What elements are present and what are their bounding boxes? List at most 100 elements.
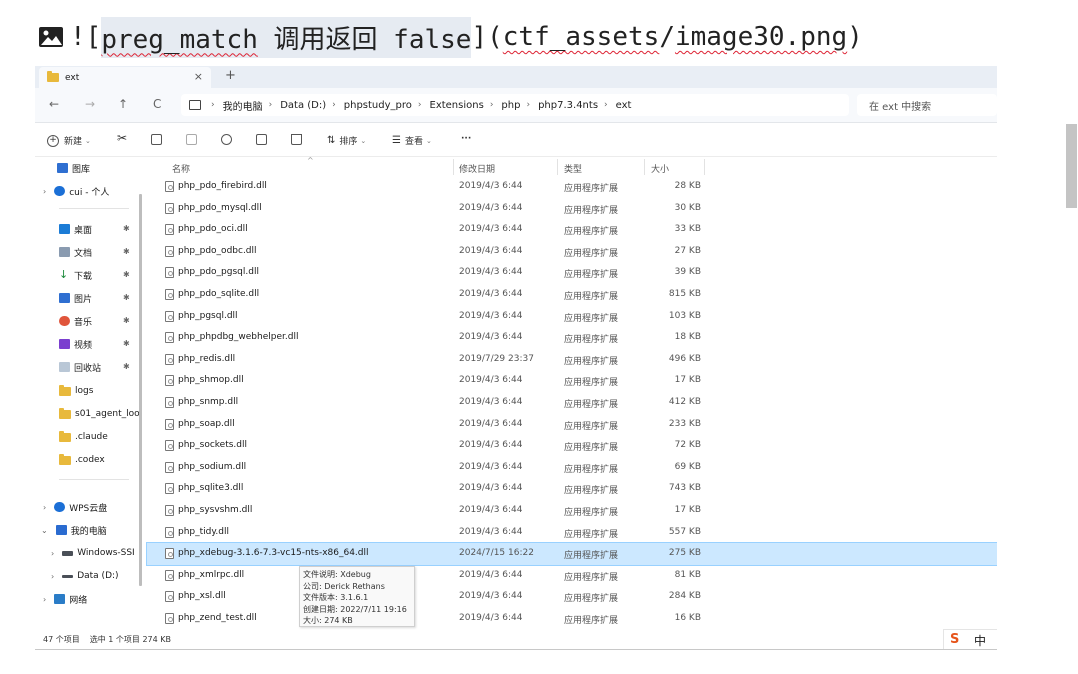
close-icon[interactable]: × <box>194 70 203 83</box>
file-row[interactable]: php_sqlite3.dll 2019/4/3 6:44 应用程序扩展 743 KB <box>147 478 997 500</box>
page-scrollbar[interactable] <box>1066 124 1077 208</box>
sidebar-item-documents[interactable]: 文档 <box>59 243 92 261</box>
file-row[interactable]: php_xmlrpc.dll 2019/4/3 6:44 应用程序扩展 81 KB <box>147 565 997 587</box>
breadcrumb-item[interactable]: ext <box>616 100 632 111</box>
breadcrumb-item[interactable]: php <box>501 100 520 111</box>
new-button[interactable]: + 新建 ⌄ <box>47 134 91 147</box>
file-row[interactable]: php_pdo_odbc.dll 2019/4/3 6:44 应用程序扩展 27 KB <box>147 241 997 263</box>
file-row[interactable]: php_pdo_pgsql.dll 2019/4/3 6:44 应用程序扩展 39 K… <box>147 262 997 284</box>
file-row[interactable]: php_pgsql.dll 2019/4/3 6:44 应用程序扩展 103 KB <box>147 306 997 328</box>
column-separator[interactable] <box>704 159 705 175</box>
pin-icon[interactable]: ✱ <box>123 339 130 348</box>
sidebar-item-logs[interactable]: logs <box>59 382 93 400</box>
sidebar-item-data-drive[interactable]: › Data (D:) <box>51 567 119 585</box>
md-path-b[interactable]: image30.png <box>675 22 847 52</box>
sidebar-item-claude-folder[interactable]: .claude <box>59 428 108 446</box>
pin-icon[interactable]: ✱ <box>123 247 130 256</box>
sidebar-item-desktop[interactable]: 桌面 <box>59 220 92 238</box>
md-path-a[interactable]: ctf_assets <box>503 22 660 52</box>
ime-indicator[interactable]: S 中 <box>943 629 997 649</box>
forward-icon[interactable]: → <box>85 97 95 111</box>
file-row[interactable]: php_zend_test.dll 2019/4/3 6:44 应用程序扩展 16 K… <box>147 608 997 630</box>
file-type: 应用程序扩展 <box>564 529 619 540</box>
file-row[interactable]: php_xdebug-3.1.6-7.3-vc15-nts-x86_64.dll… <box>146 542 997 566</box>
rename-icon[interactable] <box>221 134 232 145</box>
file-row[interactable]: php_snmp.dll 2019/4/3 6:44 应用程序扩展 412 KB <box>147 392 997 414</box>
sidebar-item-wps[interactable]: › WPS云盘 <box>43 498 107 516</box>
refresh-icon[interactable]: C <box>153 97 161 111</box>
md-link-text[interactable]: preg_match 调用返回 false <box>101 16 472 58</box>
pin-icon[interactable]: ✱ <box>123 270 130 279</box>
tab-bar: ext × + <box>35 66 997 88</box>
up-icon[interactable]: ↑ <box>118 97 128 111</box>
file-row[interactable]: php_phpdbg_webhelper.dll 2019/4/3 6:44 应用程… <box>147 327 997 349</box>
file-row[interactable]: php_tidy.dll 2019/4/3 6:44 应用程序扩展 557 KB <box>147 522 997 544</box>
breadcrumb-item[interactable]: phpstudy_pro <box>344 100 412 111</box>
sidebar-item-videos[interactable]: 视频 <box>59 335 92 353</box>
sidebar-item-cloud[interactable]: › cui - 个人 <box>43 182 109 200</box>
file-row[interactable]: php_shmop.dll 2019/4/3 6:44 应用程序扩展 17 KB <box>147 370 997 392</box>
file-row[interactable]: php_soap.dll 2019/4/3 6:44 应用程序扩展 233 KB <box>147 414 997 436</box>
sidebar-item-recycle-bin[interactable]: 回收站 <box>59 358 101 376</box>
more-button[interactable]: ··· <box>461 134 471 144</box>
tab-ext[interactable]: ext × <box>39 67 211 88</box>
delete-icon[interactable] <box>291 134 302 145</box>
file-row[interactable]: php_xsl.dll 2019/4/3 6:44 应用程序扩展 284 KB <box>147 586 997 608</box>
address-bar[interactable]: › 我的电脑 › Data (D:) › phpstudy_pro › Exte… <box>181 94 849 116</box>
file-row[interactable]: php_sysvshm.dll 2019/4/3 6:44 应用程序扩展 17 KB <box>147 500 997 522</box>
sidebar-item-pictures[interactable]: 图片 <box>59 289 92 307</box>
file-date: 2019/4/3 6:44 <box>459 483 523 494</box>
file-row[interactable]: php_pdo_firebird.dll 2019/4/3 6:44 应用程序扩展 2… <box>147 176 997 198</box>
md-mid: ]( <box>471 22 503 52</box>
file-size: 17 KB <box>674 504 701 515</box>
sidebar-label: 网络 <box>69 595 88 606</box>
pin-icon[interactable]: ✱ <box>123 362 130 371</box>
sidebar-item-gallery[interactable]: 图库 <box>57 159 90 177</box>
sort-button[interactable]: ⇅ 排序 ⌄ <box>327 134 366 147</box>
file-size: 39 KB <box>674 267 701 278</box>
search-input[interactable]: 在 ext 中搜索 <box>857 94 997 116</box>
file-date: 2019/4/3 6:44 <box>459 612 523 623</box>
file-row[interactable]: php_pdo_sqlite.dll 2019/4/3 6:44 应用程序扩展 815… <box>147 284 997 306</box>
column-separator[interactable] <box>453 159 454 175</box>
column-size[interactable]: 大小 <box>651 162 669 175</box>
file-row[interactable]: php_sockets.dll 2019/4/3 6:44 应用程序扩展 72 KB <box>147 435 997 457</box>
copy-icon[interactable] <box>151 134 162 145</box>
sidebar-item-music[interactable]: 音乐 <box>59 312 92 330</box>
column-type[interactable]: 类型 <box>564 162 582 175</box>
column-name[interactable]: 名称 <box>172 162 190 175</box>
pin-icon[interactable]: ✱ <box>123 293 130 302</box>
sidebar-item-codex-folder[interactable]: .codex <box>59 451 105 469</box>
file-name: php_tidy.dll <box>178 526 229 537</box>
share-icon[interactable] <box>256 134 267 145</box>
sidebar-item-this-pc[interactable]: ⌄ 我的电脑 <box>41 521 107 539</box>
file-row[interactable]: php_pdo_oci.dll 2019/4/3 6:44 应用程序扩展 33 KB <box>147 219 997 241</box>
pin-icon[interactable]: ✱ <box>123 224 130 233</box>
view-button[interactable]: ☰ 查看 ⌄ <box>392 134 432 147</box>
file-row[interactable]: php_pdo_mysql.dll 2019/4/3 6:44 应用程序扩展 30 K… <box>147 198 997 220</box>
column-separator[interactable] <box>644 159 645 175</box>
breadcrumb-item[interactable]: Data (D:) <box>280 100 326 111</box>
sidebar-item-windows-drive[interactable]: › Windows-SSI <box>51 544 135 562</box>
new-tab-button[interactable]: + <box>225 68 236 83</box>
sidebar-scrollbar[interactable] <box>139 194 142 586</box>
column-separator[interactable] <box>557 159 558 175</box>
paste-icon[interactable] <box>186 134 197 145</box>
sidebar-item-network[interactable]: › 网络 <box>43 590 87 608</box>
breadcrumb-item[interactable]: Extensions <box>430 100 484 111</box>
drive-icon <box>62 550 74 556</box>
pin-icon[interactable]: ✱ <box>123 316 130 325</box>
sidebar-item-agent-folder[interactable]: s01_agent_loo <box>59 405 140 423</box>
sidebar-label: cui - 个人 <box>69 187 110 198</box>
column-date[interactable]: 修改日期 <box>459 162 495 175</box>
back-icon[interactable]: ← <box>49 97 59 111</box>
file-name: php_pdo_mysql.dll <box>178 202 262 213</box>
file-row[interactable]: php_sodium.dll 2019/4/3 6:44 应用程序扩展 69 KB <box>147 457 997 479</box>
file-size: 103 KB <box>668 310 701 321</box>
file-type: 应用程序扩展 <box>564 291 619 302</box>
file-row[interactable]: php_redis.dll 2019/7/29 23:37 应用程序扩展 496 KB <box>147 349 997 371</box>
breadcrumb-item[interactable]: php7.3.4nts <box>538 100 598 111</box>
breadcrumb-item[interactable]: 我的电脑 <box>223 98 263 113</box>
cut-icon[interactable]: ✂ <box>117 131 127 145</box>
sidebar-item-downloads[interactable]: ↓ 下载 <box>59 266 92 284</box>
